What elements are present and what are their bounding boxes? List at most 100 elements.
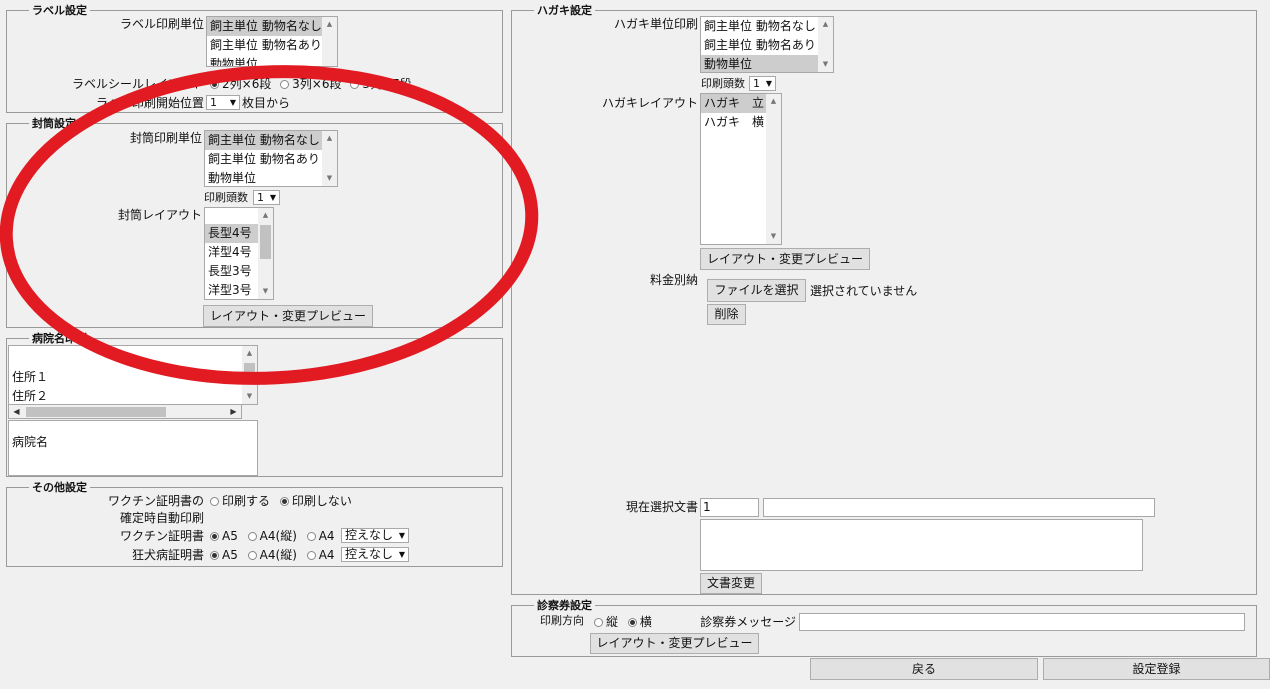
current-doc-textarea[interactable]	[700, 519, 1143, 571]
radio-print[interactable]	[210, 497, 219, 506]
choose-file-button[interactable]: ファイルを選択	[707, 279, 806, 302]
scroll-up-icon[interactable]: ▲	[322, 131, 337, 146]
dropdown-arrow-icon: ▼	[398, 550, 405, 559]
list-option[interactable]: 飼主単位 動物名あり	[207, 36, 337, 55]
dropdown-arrow-icon: ▼	[765, 79, 772, 88]
current-doc-number-input[interactable]: 1	[700, 498, 759, 517]
list-option[interactable]: 飼主単位 動物名なし	[701, 17, 833, 36]
radio-3x7[interactable]	[350, 80, 360, 89]
change-doc-button[interactable]: 文書変更	[700, 573, 762, 594]
vaccine-auto-label-line1: ワクチン証明書の	[107, 494, 204, 508]
list-option[interactable]: 飼主単位 動物名あり	[701, 36, 833, 55]
postcard-settings-legend: ハガキ設定	[534, 4, 595, 17]
scroll-thumb[interactable]	[244, 363, 255, 383]
other-settings-legend: その他設定	[29, 481, 90, 494]
radio-a4[interactable]	[306, 532, 316, 541]
vaccine-cert-label: ワクチン証明書	[119, 529, 204, 543]
vaccine-copy-select[interactable]: 控えなし ▼	[341, 528, 409, 543]
scroll-down-icon[interactable]: ▼	[322, 171, 337, 186]
radio-portrait[interactable]	[594, 618, 603, 627]
list-option[interactable]	[9, 346, 257, 368]
scroll-down-icon[interactable]: ▼	[258, 284, 273, 299]
scroll-down-icon[interactable]: ▼	[818, 57, 833, 72]
list-option[interactable]	[9, 421, 257, 433]
radio-landscape[interactable]	[627, 618, 637, 627]
vertical-scrollbar[interactable]: ▲ ▼	[766, 94, 781, 244]
label-start-label: ラベル印刷開始位置	[95, 96, 204, 110]
hospital-horizontal-scrollbar[interactable]: ◀ ▶	[8, 404, 242, 419]
vertical-scrollbar[interactable]: ▲ ▼	[242, 346, 257, 404]
radio-a5[interactable]	[210, 532, 219, 541]
rabies-copy-select[interactable]: 控えなし ▼	[341, 547, 409, 562]
ticket-settings-legend: 診察券設定	[534, 599, 595, 612]
select-value: 1	[257, 191, 264, 204]
scroll-down-icon[interactable]: ▼	[766, 229, 781, 244]
envelope-settings-legend: 封筒設定	[29, 117, 79, 130]
scroll-left-icon[interactable]: ◀	[9, 405, 24, 418]
scroll-up-icon[interactable]: ▲	[242, 346, 257, 361]
label-unit-listbox[interactable]: 飼主単位 動物名なし 飼主単位 動物名あり 動物単位 ▲	[206, 16, 338, 67]
radio-a5[interactable]	[210, 551, 219, 560]
direction-radios: 縦 横	[594, 615, 652, 629]
delete-button[interactable]: 削除	[707, 304, 746, 325]
list-option[interactable]: 病院名	[9, 433, 257, 452]
list-option[interactable]: 飼主単位 動物名なし	[207, 17, 337, 36]
hospital-address-listbox[interactable]: 住所１ 住所２ ▲ ▼	[8, 345, 258, 405]
scroll-up-icon[interactable]: ▲	[766, 94, 781, 109]
ticket-message-input[interactable]	[799, 613, 1245, 631]
list-option[interactable]: 動物単位	[205, 169, 337, 186]
vertical-scrollbar[interactable]: ▲	[322, 17, 337, 66]
current-doc-label: 現在選択文書	[625, 500, 698, 514]
rabies-cert-label: 狂犬病証明書	[131, 548, 204, 562]
scroll-up-icon[interactable]: ▲	[322, 17, 337, 32]
list-option[interactable]: 住所２	[9, 387, 257, 404]
vertical-scrollbar[interactable]: ▲ ▼	[818, 17, 833, 72]
radio-a4[interactable]	[306, 551, 316, 560]
current-doc-name-input[interactable]	[763, 498, 1155, 517]
radio-a4-portrait[interactable]	[247, 551, 257, 560]
back-button[interactable]: 戻る	[810, 658, 1038, 680]
scroll-right-icon[interactable]: ▶	[226, 405, 241, 418]
envelope-unit-label: 封筒印刷単位	[129, 131, 202, 145]
vaccine-cert-radios: A5 A4(縦) A4	[210, 529, 335, 543]
scroll-up-icon[interactable]: ▲	[258, 208, 273, 223]
radio-label: A4(縦)	[259, 529, 297, 543]
radio-2x6[interactable]	[210, 80, 219, 89]
envelope-copies-select[interactable]: 1 ▼	[253, 190, 280, 205]
envelope-layout-listbox[interactable]: 長型4号 洋型4号 長型3号 洋型3号 ▲ ▼	[204, 207, 274, 300]
list-option[interactable]: 飼主単位 動物名なし	[205, 131, 337, 150]
radio-3x6[interactable]	[280, 80, 290, 89]
hospital-name-listbox[interactable]: 病院名	[8, 420, 258, 476]
envelope-unit-listbox[interactable]: 飼主単位 動物名なし 飼主単位 動物名あり 動物単位 ▲ ▼	[204, 130, 338, 187]
radio-label: A4	[318, 548, 335, 562]
postcard-layout-listbox[interactable]: ハガキ 立 ハガキ 横 ▲ ▼	[700, 93, 782, 245]
postcard-preview-button[interactable]: レイアウト・変更プレビュー	[700, 248, 870, 270]
postcard-unit-listbox[interactable]: 飼主単位 動物名なし 飼主単位 動物名あり 動物単位 ▲ ▼	[700, 16, 834, 73]
select-value: 1	[210, 96, 217, 109]
list-option[interactable]: 住所１	[9, 368, 257, 387]
envelope-preview-button[interactable]: レイアウト・変更プレビュー	[203, 305, 373, 327]
dropdown-arrow-icon: ▼	[269, 193, 276, 202]
envelope-layout-label: 封筒レイアウト	[117, 208, 202, 222]
label-start-select[interactable]: 1 ▼	[206, 95, 240, 110]
scroll-up-icon[interactable]: ▲	[818, 17, 833, 32]
ticket-preview-button[interactable]: レイアウト・変更プレビュー	[590, 633, 759, 654]
scroll-thumb[interactable]	[26, 407, 166, 417]
vertical-scrollbar[interactable]: ▲ ▼	[258, 208, 273, 299]
list-option[interactable]: ハガキ 立	[701, 94, 766, 113]
radio-a4-portrait[interactable]	[247, 532, 257, 541]
list-option[interactable]: 飼主単位 動物名あり	[205, 150, 337, 169]
label-layout-label: ラベルシールレイアウト	[71, 77, 204, 91]
dropdown-arrow-icon: ▼	[398, 531, 405, 540]
register-button[interactable]: 設定登録	[1043, 658, 1270, 680]
postcard-copies-select[interactable]: 1 ▼	[749, 76, 776, 91]
label-unit-label: ラベル印刷単位	[119, 17, 204, 31]
radio-no-print[interactable]	[279, 497, 289, 506]
radio-label: 3列×6段	[292, 77, 342, 91]
list-option[interactable]: 動物単位	[207, 55, 337, 66]
vertical-scrollbar[interactable]: ▲ ▼	[322, 131, 337, 186]
scroll-thumb[interactable]	[260, 225, 271, 259]
envelope-copies-label: 印刷頭数	[204, 191, 248, 204]
list-option[interactable]: 動物単位	[701, 55, 833, 72]
scroll-down-icon[interactable]: ▼	[242, 389, 257, 404]
